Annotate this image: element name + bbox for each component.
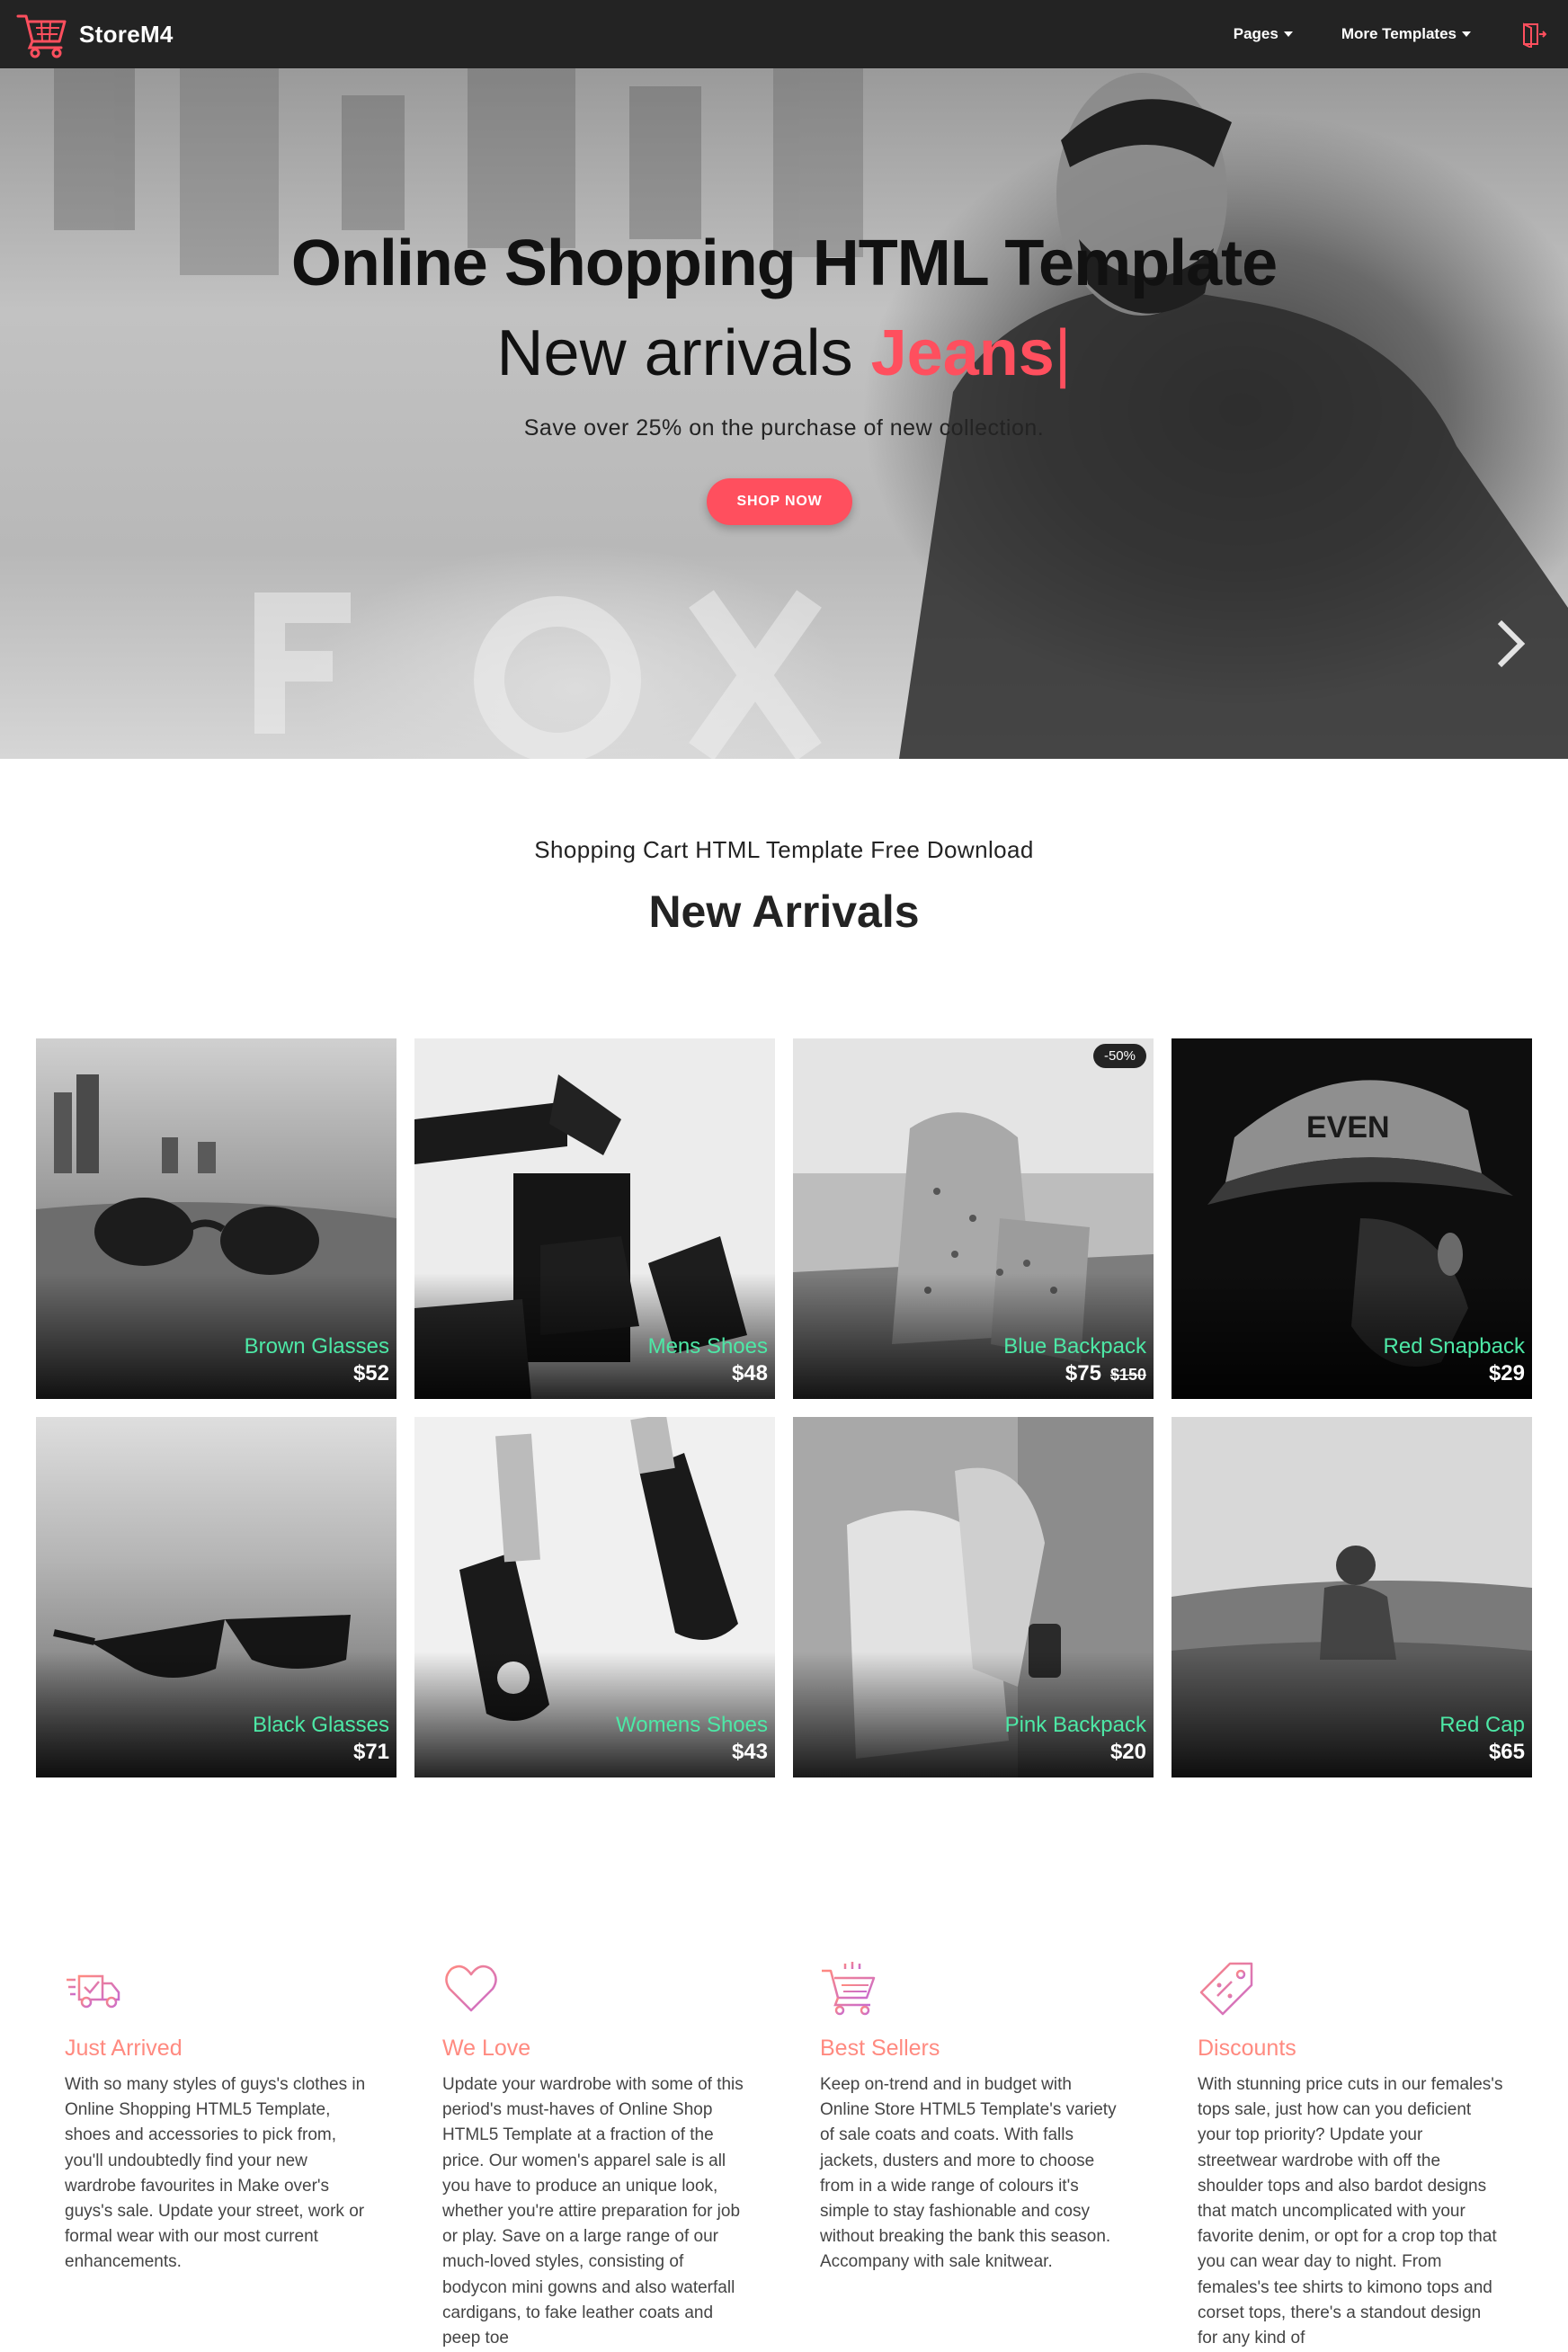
hero-subtitle-accent: Jeans [870, 317, 1055, 389]
exit-door-icon[interactable] [1519, 21, 1546, 48]
heart-icon [445, 1964, 497, 2012]
product-price: $43 [732, 1740, 768, 1765]
price-value: $71 [352, 1740, 389, 1764]
product-price: $75 $150 [1065, 1361, 1146, 1386]
product-card[interactable]: EVEN Red Snapback $29 [1172, 1038, 1532, 1399]
product-name: Brown Glasses [244, 1334, 389, 1359]
product-card[interactable]: Brown Glasses $52 [36, 1038, 396, 1399]
hero-subtitle: New arrivals Jeans| [0, 316, 1568, 390]
nav-item-label: More Templates [1341, 25, 1457, 42]
shopping-cart-icon [822, 1962, 876, 2016]
hero-title: Online Shopping HTML Template [290, 227, 1278, 299]
feature-title: Just Arrived [65, 2036, 183, 2061]
section-title: New Arrivals [648, 886, 920, 937]
product-price: $52 [353, 1361, 389, 1386]
product-price: $65 [1489, 1740, 1525, 1765]
price-value: $29 [1488, 1361, 1525, 1385]
typing-cursor: | [1054, 317, 1072, 389]
product-name: Red Cap [1439, 1713, 1525, 1737]
feature-discounts: Discounts With stunning price cuts in ou… [1198, 1960, 1503, 2351]
product-name: Blue Backpack [1003, 1334, 1146, 1359]
hero-description: Save over 25% on the purchase of new col… [523, 415, 1045, 441]
nav-menu: Pages More Templates [1234, 0, 1568, 68]
hero-content: Online Shopping HTML Template New arriva… [0, 68, 1568, 759]
product-name: Mens Shoes [647, 1334, 768, 1359]
product-price: $20 [1110, 1740, 1146, 1765]
nav-item-more-templates[interactable]: More Templates [1341, 25, 1471, 43]
hero-banner: Online Shopping HTML Template New arriva… [0, 68, 1568, 759]
feature-title: Discounts [1198, 2036, 1296, 2061]
delivery-truck-icon [67, 1974, 120, 2009]
hero-subtitle-prefix: New arrivals [496, 317, 871, 389]
product-name: Womens Shoes [616, 1713, 768, 1737]
nav-item-label: Pages [1233, 25, 1278, 42]
feature-we-love: We Love Update your wardrobe with some o… [442, 1960, 748, 2351]
price-value: $20 [1109, 1740, 1146, 1764]
product-price: $48 [732, 1361, 768, 1386]
price-tag-icon [1199, 1962, 1253, 2016]
feature-best-sellers: Best Sellers Keep on-trend and in budget… [820, 1960, 1126, 2276]
navbar: StoreM4 Pages More Templates [0, 0, 1568, 68]
price-value: $75 [1065, 1361, 1101, 1385]
feature-text: Update your wardrobe with some of this p… [442, 2075, 744, 2348]
caret-down-icon [1283, 31, 1293, 37]
discount-badge: -50% [1092, 1044, 1146, 1068]
svg-text:EVEN: EVEN [1306, 1110, 1390, 1145]
feature-text: With so many styles of guys's clothes in… [65, 2075, 366, 2272]
product-price: $29 [1489, 1361, 1525, 1386]
product-name: Black Glasses [252, 1713, 389, 1737]
brand-name: StoreM4 [79, 20, 174, 48]
price-value: $65 [1488, 1740, 1525, 1764]
feature-text: Keep on-trend and in budget with Online … [820, 2075, 1117, 2272]
price-value: $52 [352, 1361, 389, 1385]
product-card[interactable]: Mens Shoes $48 [414, 1038, 775, 1399]
feature-text: With stunning price cuts in our females'… [1198, 2075, 1503, 2348]
section-kicker: Shopping Cart HTML Template Free Downloa… [534, 836, 1034, 863]
product-card[interactable]: Womens Shoes $43 [414, 1417, 775, 1777]
old-price: $150 [1109, 1366, 1146, 1384]
product-card[interactable]: Red Cap $65 [1172, 1417, 1532, 1777]
feature-title: Best Sellers [820, 2036, 940, 2061]
feature-just-arrived: Just Arrived With so many styles of guys… [65, 1960, 370, 2276]
product-name: Red Snapback [1383, 1334, 1525, 1359]
price-value: $48 [731, 1361, 768, 1385]
product-price: $71 [353, 1740, 389, 1765]
price-value: $43 [731, 1740, 768, 1764]
shopping-cart-logo-icon [16, 14, 67, 58]
feature-title: We Love [442, 2036, 531, 2061]
product-card[interactable]: -50% Blue Backpack $75 $150 [793, 1038, 1154, 1399]
product-card[interactable]: Black Glasses $71 [36, 1417, 396, 1777]
nav-item-pages[interactable]: Pages [1234, 25, 1293, 43]
caret-down-icon [1462, 31, 1471, 37]
product-name: Pink Backpack [1004, 1713, 1146, 1737]
shop-now-button[interactable]: SHOP NOW [707, 478, 852, 525]
product-card[interactable]: Pink Backpack $20 [793, 1417, 1154, 1777]
brand[interactable]: StoreM4 [14, 9, 174, 59]
